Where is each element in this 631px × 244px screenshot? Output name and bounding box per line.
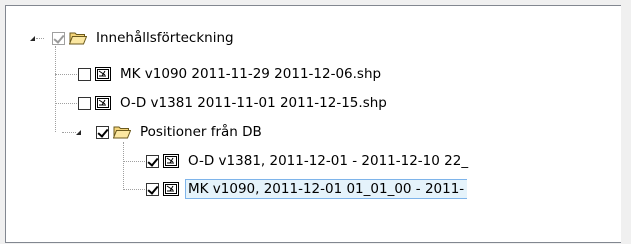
tree-node-label: O-D v1381 2011-11-01 2011-12-15.shp	[120, 95, 387, 111]
tree-node-label: MK v1090, 2011-12-01 01_01_00 - 2011-	[185, 179, 468, 199]
folder-open-icon	[69, 32, 87, 45]
shape-layer-icon	[95, 96, 111, 110]
tree-connector-line	[55, 74, 77, 75]
shape-layer-icon	[95, 67, 111, 81]
tree-node-label: Positioner från DB	[140, 124, 262, 140]
tree-connector-line	[123, 161, 145, 162]
tree-node-label: O-D v1381, 2011-12-01 - 2011-12-10 22_	[188, 153, 469, 169]
tree-connector-line	[123, 189, 145, 190]
tree-node-layer[interactable]: O-D v1381, 2011-12-01 - 2011-12-10 22_	[146, 149, 471, 173]
tree-connector-line	[55, 103, 77, 104]
tree-node-layer[interactable]: MK v1090 2011-11-29 2011-12-06.shp	[78, 62, 384, 86]
layer-checkbox[interactable]	[146, 182, 159, 196]
tree-connector-line	[123, 142, 124, 190]
tree-node-root[interactable]: Innehållsförteckning	[30, 26, 237, 50]
shape-layer-icon	[163, 182, 179, 196]
tree-node-layer-selected[interactable]: MK v1090, 2011-12-01 01_01_00 - 2011-	[146, 177, 468, 201]
tree-node-group[interactable]: Positioner från DB	[76, 120, 265, 144]
layer-checkbox[interactable]	[78, 67, 91, 81]
collapse-arrow-icon[interactable]	[76, 129, 81, 135]
root-checkbox	[52, 31, 65, 45]
tree-node-label: Innehållsförteckning	[96, 30, 234, 46]
table-of-contents-tree[interactable]: Innehållsförteckning MK v1090 2011-11-29…	[5, 5, 621, 243]
tree-node-layer[interactable]: O-D v1381 2011-11-01 2011-12-15.shp	[78, 91, 390, 115]
layer-checkbox[interactable]	[78, 96, 91, 110]
layer-checkbox[interactable]	[146, 154, 159, 168]
collapse-arrow-icon[interactable]	[30, 35, 35, 41]
group-checkbox[interactable]	[96, 125, 109, 139]
tree-node-label: MK v1090 2011-11-29 2011-12-06.shp	[120, 66, 382, 82]
tree-connector-line	[55, 46, 56, 132]
tree-connector-line	[62, 132, 76, 133]
folder-open-icon	[113, 126, 131, 139]
shape-layer-icon	[163, 154, 179, 168]
